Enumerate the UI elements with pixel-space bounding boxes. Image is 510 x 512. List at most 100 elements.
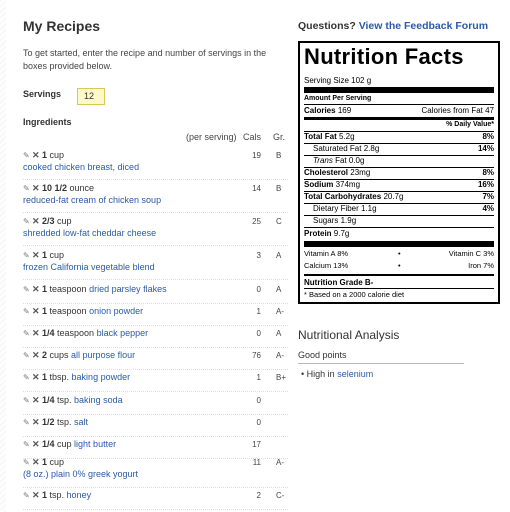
ingredient-unit: tbsp. [49,372,70,382]
ingredient-row[interactable]: ✎ ✕ 1/4 cup light butter 17 [23,439,288,459]
ingredient-name-line: frozen California vegetable blend [23,262,155,272]
trans-fat-value: Fat 0.0g [335,156,365,165]
ingredient-name-link[interactable]: onion powder [89,306,143,316]
edit-icon[interactable]: ✎ [23,329,32,338]
ingredient-row[interactable]: ✎ ✕ 1/4 teaspoon black pepper 0 A [23,328,288,348]
edit-icon[interactable]: ✎ [23,418,32,427]
bullet-dot: • [398,261,401,270]
delete-icon[interactable]: ✕ [32,284,42,294]
ingredient-qty: 1 [41,457,47,467]
delete-icon[interactable]: ✕ [32,372,42,382]
ingredient-row[interactable]: (8 oz.) plain 0% greek yogurt ✎ ✕ 1 cup 11… [23,457,288,488]
calories-from-fat: Calories from Fat 47 [421,106,494,115]
delete-icon[interactable]: ✕ [32,417,42,427]
delete-icon[interactable]: ✕ [32,439,42,449]
edit-icon[interactable]: ✎ [23,285,32,294]
ingredient-name-line: reduced-fat cream of chicken soup [23,195,161,205]
edit-icon[interactable]: ✎ [23,373,32,382]
ingredient-line: ✎ ✕ 1/4 cup light butter [23,439,116,450]
calcium: Calcium 13% [304,261,349,270]
ingredient-cals: 2 [256,491,261,500]
ingredient-name-link[interactable]: (8 oz.) plain 0% greek yogurt [23,469,138,479]
ingredient-row[interactable]: shredded low-fat cheddar cheese ✎ ✕ 2/3 c… [23,216,288,246]
delete-icon[interactable]: ✕ [32,306,42,316]
calories-value: 169 [337,106,352,115]
ingredient-name-link[interactable]: honey [67,490,92,500]
nutrition-facts-label: Nutrition Facts Serving Size 102 g Amoun… [298,41,500,304]
delete-icon[interactable]: ✕ [32,350,42,360]
ingredient-name-line: shredded low-fat cheddar cheese [23,228,156,238]
delete-icon[interactable]: ✕ [32,490,42,500]
ingredient-row[interactable]: cooked chicken breast, diced ✎ ✕ 1 cup 19 B [23,150,288,180]
edit-icon[interactable]: ✎ [23,491,32,500]
good-point-item: • High in selenium [301,369,374,379]
grade-header: Gr. [273,132,286,142]
protein-row: Protein 9.7g [304,229,494,238]
ingredient-grade: C- [276,491,285,500]
per-serving-header: (per serving) [186,132,237,142]
delete-icon[interactable]: ✕ [32,250,42,260]
selenium-link[interactable]: selenium [337,369,373,379]
ingredient-row[interactable]: ✎ ✕ 1 teaspoon dried parsley flakes 0 A [23,284,288,304]
ingredient-qty: 1 [41,250,47,260]
ingredient-row[interactable]: ✎ ✕ 2 cups all purpose flour 76 A- [23,350,288,370]
calories-row: Calories 169 Calories from Fat 47 [304,106,494,115]
ingredient-name-link[interactable]: all purpose flour [71,350,135,360]
ingredient-name-link[interactable]: reduced-fat cream of chicken soup [23,195,161,205]
sat-fat-pct: 14% [477,144,494,153]
edit-icon[interactable]: ✎ [23,440,32,449]
ingredient-name-link[interactable]: dried parsley flakes [89,284,167,294]
ingredient-name-link[interactable]: salt [74,417,88,427]
delete-icon[interactable]: ✕ [32,395,42,405]
ingredient-row[interactable]: ✎ ✕ 1 teaspoon onion powder 1 A- [23,306,288,326]
ingredient-line: ✎ ✕ 1/4 teaspoon black pepper [23,328,148,339]
delete-icon[interactable]: ✕ [32,150,42,160]
ingredient-name-link[interactable]: baking soda [74,395,123,405]
ingredient-name-link[interactable]: cooked chicken breast, diced [23,162,139,172]
ingredient-name-link[interactable]: light butter [74,439,116,449]
sat-fat-value: 2.8g [363,144,380,153]
servings-input[interactable]: 12 [77,88,105,105]
ingredient-qty: 10 1/2 [41,183,68,193]
ingredient-unit: cups [49,350,69,360]
edit-icon[interactable]: ✎ [23,184,32,193]
edit-icon[interactable]: ✎ [23,458,32,467]
delete-icon[interactable]: ✕ [32,183,42,193]
cholesterol-value: 23mg [350,168,371,177]
delete-icon[interactable]: ✕ [32,328,42,338]
edit-icon[interactable]: ✎ [23,151,32,160]
ingredient-line: ✎ ✕ 2 cups all purpose flour [23,350,135,361]
carbs-row: Total Carbohydrates 20.7g 7% [304,192,494,201]
total-fat-pct: 8% [482,132,494,141]
ingredient-row[interactable]: ✎ ✕ 1 tbsp. baking powder 1 B+ [23,372,288,392]
ingredient-line: ✎ ✕ 1 teaspoon dried parsley flakes [23,284,167,295]
delete-icon[interactable]: ✕ [32,457,42,467]
ingredient-row[interactable]: ✎ ✕ 1/2 tsp. salt 0 [23,417,288,437]
ingredient-qty: 1/2 [41,417,55,427]
ingredient-name-link[interactable]: baking powder [72,372,131,382]
mineral-row: Calcium 13% • Iron 7% [304,261,494,270]
edit-icon[interactable]: ✎ [23,396,32,405]
ingredient-unit: teaspoon [57,328,95,338]
ingredient-name-link[interactable]: frozen California vegetable blend [23,262,155,272]
servings-label: Servings [23,89,62,99]
edit-icon[interactable]: ✎ [23,217,32,226]
delete-icon[interactable]: ✕ [32,216,42,226]
ingredient-row[interactable]: ✎ ✕ 1 tsp. honey 2 C- [23,490,288,510]
ingredient-row[interactable]: ✎ ✕ 1/4 tsp. baking soda 0 [23,395,288,415]
ingredient-name-link[interactable]: black pepper [97,328,149,338]
ingredient-name-line: (8 oz.) plain 0% greek yogurt [23,469,138,479]
ingredient-qty: 2 [41,350,47,360]
ingredient-name-link[interactable]: shredded low-fat cheddar cheese [23,228,156,238]
edit-icon[interactable]: ✎ [23,351,32,360]
edit-icon[interactable]: ✎ [23,251,32,260]
ingredient-grade: B [276,151,282,160]
ingredient-row[interactable]: frozen California vegetable blend ✎ ✕ 1 c… [23,250,288,280]
feedback-forum-link[interactable]: View the Feedback Forum [359,20,488,32]
ingredient-qty: 1/4 [41,328,55,338]
edit-icon[interactable]: ✎ [23,307,32,316]
ingredient-qty: 1 [41,284,47,294]
ingredient-row[interactable]: reduced-fat cream of chicken soup ✎ ✕ 10 … [23,183,288,213]
carbs-pct: 7% [482,192,494,201]
serving-size: Serving Size 102 g [304,76,372,85]
